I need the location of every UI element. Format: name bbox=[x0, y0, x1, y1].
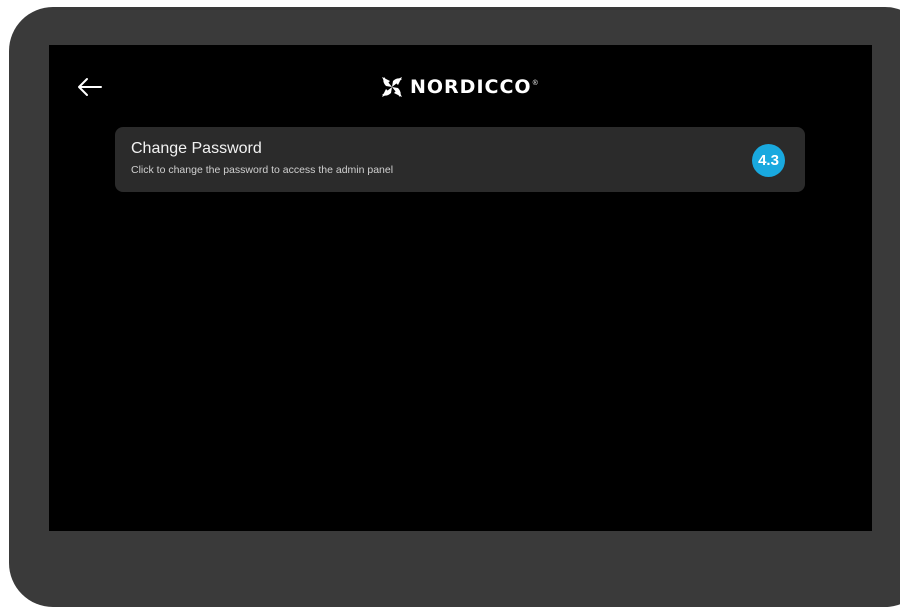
screen: NORDICCO ® Change Password Click to chan… bbox=[49, 45, 872, 531]
setting-description: Click to change the password to access t… bbox=[131, 164, 394, 176]
registered-mark: ® bbox=[532, 79, 538, 87]
back-button[interactable] bbox=[75, 75, 103, 99]
pinwheel-logo-icon bbox=[382, 77, 402, 97]
brand-logo: NORDICCO ® bbox=[380, 74, 538, 100]
change-password-item[interactable]: Change Password Click to change the pass… bbox=[115, 127, 805, 192]
setting-title: Change Password bbox=[131, 140, 262, 157]
arrow-left-icon bbox=[78, 78, 102, 96]
brand-name: NORDICCO bbox=[410, 76, 532, 98]
step-badge: 4.3 bbox=[752, 144, 785, 177]
